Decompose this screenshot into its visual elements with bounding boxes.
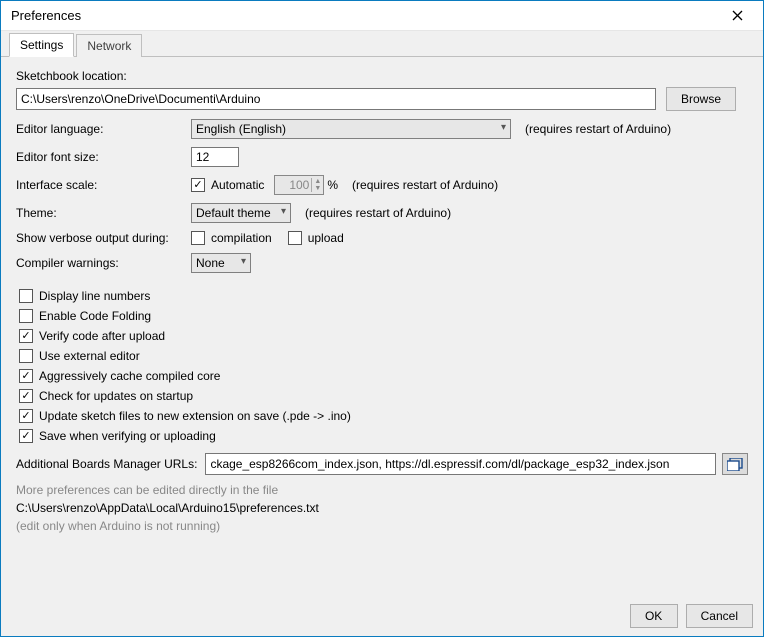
- editor-language-label: Editor language:: [16, 122, 191, 136]
- scale-spinner[interactable]: ▲▼: [274, 175, 324, 195]
- verbose-label: Show verbose output during:: [16, 231, 191, 245]
- update-extension-checkbox[interactable]: [19, 409, 33, 423]
- settings-panel: Sketchbook location: Browse Editor langu…: [1, 57, 763, 598]
- sketchbook-label: Sketchbook location:: [16, 69, 127, 83]
- use-external-editor-checkbox[interactable]: [19, 349, 33, 363]
- tab-network[interactable]: Network: [76, 34, 142, 57]
- additional-urls-label: Additional Boards Manager URLs:: [16, 457, 197, 471]
- window-icon: [727, 458, 743, 471]
- restart-note-2: (requires restart of Arduino): [352, 178, 498, 192]
- tab-settings[interactable]: Settings: [9, 33, 74, 57]
- verbose-compilation-checkbox[interactable]: [191, 231, 205, 245]
- theme-label: Theme:: [16, 206, 191, 220]
- cancel-button[interactable]: Cancel: [686, 604, 753, 628]
- scale-value-field[interactable]: [275, 178, 311, 192]
- display-line-numbers-checkbox[interactable]: [19, 289, 33, 303]
- close-button[interactable]: [717, 2, 757, 30]
- additional-urls-field[interactable]: ckage_esp8266com_index.json, https://dl.…: [205, 453, 716, 475]
- update-extension-label: Update sketch files to new extension on …: [39, 409, 351, 423]
- font-size-field[interactable]: [191, 147, 239, 167]
- spinner-arrows-icon[interactable]: ▲▼: [311, 178, 323, 192]
- scale-auto-checkbox[interactable]: [191, 178, 205, 192]
- titlebar: Preferences: [1, 1, 763, 31]
- use-external-editor-label: Use external editor: [39, 349, 140, 363]
- tab-bar: Settings Network: [1, 31, 763, 57]
- edit-only-note: (edit only when Arduino is not running): [16, 519, 748, 533]
- scale-auto-label: Automatic: [211, 178, 264, 192]
- edit-urls-button[interactable]: [722, 453, 748, 475]
- editor-language-select[interactable]: English (English): [191, 119, 511, 139]
- check-updates-checkbox[interactable]: [19, 389, 33, 403]
- display-line-numbers-label: Display line numbers: [39, 289, 150, 303]
- compiler-warnings-label: Compiler warnings:: [16, 256, 191, 270]
- aggressive-cache-checkbox[interactable]: [19, 369, 33, 383]
- scale-unit: %: [327, 178, 338, 192]
- check-updates-label: Check for updates on startup: [39, 389, 193, 403]
- more-prefs-note: More preferences can be edited directly …: [16, 483, 748, 497]
- dialog-footer: OK Cancel: [1, 598, 763, 636]
- prefs-file-path[interactable]: C:\Users\renzo\AppData\Local\Arduino15\p…: [16, 501, 748, 515]
- interface-scale-label: Interface scale:: [16, 178, 191, 192]
- restart-note-3: (requires restart of Arduino): [305, 206, 451, 220]
- browse-button[interactable]: Browse: [666, 87, 736, 111]
- window-title: Preferences: [11, 8, 81, 23]
- ok-button[interactable]: OK: [630, 604, 678, 628]
- verbose-upload-checkbox[interactable]: [288, 231, 302, 245]
- compiler-warnings-select[interactable]: None: [191, 253, 251, 273]
- save-when-verify-checkbox[interactable]: [19, 429, 33, 443]
- aggressive-cache-label: Aggressively cache compiled core: [39, 369, 220, 383]
- close-icon: [732, 10, 743, 21]
- theme-select[interactable]: Default theme: [191, 203, 291, 223]
- verify-after-upload-checkbox[interactable]: [19, 329, 33, 343]
- verbose-compilation-label: compilation: [211, 231, 272, 245]
- restart-note-1: (requires restart of Arduino): [525, 122, 671, 136]
- font-size-label: Editor font size:: [16, 150, 191, 164]
- enable-code-folding-checkbox[interactable]: [19, 309, 33, 323]
- sketchbook-path-field[interactable]: [16, 88, 656, 110]
- enable-code-folding-label: Enable Code Folding: [39, 309, 151, 323]
- verify-after-upload-label: Verify code after upload: [39, 329, 165, 343]
- verbose-upload-label: upload: [308, 231, 344, 245]
- save-when-verify-label: Save when verifying or uploading: [39, 429, 216, 443]
